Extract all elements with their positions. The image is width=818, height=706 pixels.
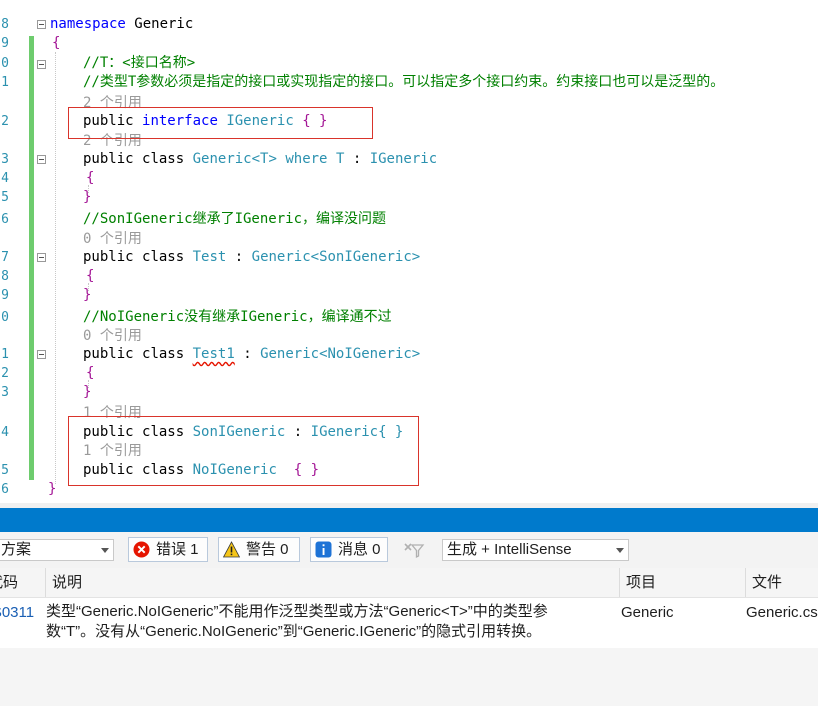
- line-number: 1: [1, 75, 9, 90]
- code-line-open-brace: {: [52, 35, 61, 51]
- line-number: 9: [1, 36, 9, 51]
- code-brace: }: [83, 384, 92, 400]
- line-number: 2: [1, 114, 9, 129]
- code-brace: }: [83, 189, 92, 205]
- error-code-link[interactable]: CS0311: [0, 603, 43, 623]
- line-number: 7: [1, 250, 9, 265]
- line-number: 6: [1, 212, 9, 227]
- messages-filter-button[interactable]: 消息 0: [310, 537, 388, 562]
- column-header-project[interactable]: 项目: [626, 568, 736, 597]
- line-number: 8: [1, 17, 9, 32]
- annotation-box-interface: [68, 107, 373, 139]
- info-icon: [315, 541, 332, 558]
- change-indicator-bar: [29, 36, 34, 480]
- code-brace: }: [83, 287, 92, 303]
- warnings-count-label: 警告 0: [246, 541, 289, 558]
- code-comment-2: //类型T参数必须是指定的接口或实现指定的接口。可以指定多个接口约束。约束接口也…: [83, 74, 725, 90]
- collapse-icon[interactable]: [37, 20, 46, 29]
- chevron-down-icon: [616, 548, 624, 553]
- code-line-close-brace: }: [48, 481, 57, 497]
- code-brace: {: [86, 268, 95, 284]
- column-header-description[interactable]: 说明: [52, 568, 612, 597]
- column-header-code[interactable]: 代码: [0, 568, 44, 597]
- errors-filter-button[interactable]: 错误 1: [128, 537, 208, 562]
- table-row[interactable]: CS0311 类型“Generic.NoIGeneric”不能用作泛型类型或方法…: [0, 598, 818, 648]
- chevron-down-icon: [101, 548, 109, 553]
- scope-dropdown[interactable]: 方案: [0, 539, 114, 561]
- error-project: Generic: [621, 604, 674, 621]
- messages-count-label: 消息 0: [338, 541, 381, 558]
- build-dropdown-label: 生成 + IntelliSense: [447, 541, 572, 558]
- code-comment-1: //T：<接口名称>: [83, 55, 196, 71]
- code-brace: {: [86, 170, 95, 186]
- indent-guide: [55, 52, 56, 484]
- error-icon: [133, 541, 150, 558]
- line-number: 0: [1, 310, 9, 325]
- line-number: 3: [1, 385, 9, 400]
- warnings-filter-button[interactable]: 警告 0: [218, 537, 300, 562]
- line-number: 4: [1, 425, 9, 440]
- reference-hint[interactable]: 0 个引用: [83, 231, 142, 248]
- code-line-test1-class: public class Test1 : Generic<NoIGeneric>: [83, 346, 421, 362]
- line-number: 4: [1, 171, 9, 186]
- column-separator[interactable]: [745, 568, 746, 597]
- error-list-header: 代码 说明 项目 文件: [0, 568, 818, 598]
- line-number: 6: [1, 482, 9, 497]
- column-separator[interactable]: [45, 568, 46, 597]
- code-brace: {: [86, 365, 95, 381]
- scope-dropdown-label: 方案: [1, 541, 32, 558]
- code-line-namespace: namespace Generic: [50, 16, 194, 32]
- error-description-line-1: 类型“Generic.NoIGeneric”不能用作泛型类型或方法“Generi…: [46, 603, 548, 620]
- line-number: 0: [1, 56, 9, 71]
- code-comment-4: //NoIGeneric没有继承IGeneric，编译通不过: [83, 309, 392, 325]
- reference-hint[interactable]: 0 个引用: [83, 328, 142, 345]
- line-number: 8: [1, 269, 9, 284]
- error-list-title-bar: [0, 508, 818, 532]
- line-number: 5: [1, 190, 9, 205]
- column-header-file[interactable]: 文件: [752, 568, 818, 597]
- error-description-line-2: 数“T”。没有从“Generic.NoIGeneric”到“Generic.IG…: [46, 623, 542, 640]
- line-number: 3: [1, 152, 9, 167]
- error-squiggle[interactable]: Test1: [193, 346, 235, 362]
- line-number: 5: [1, 463, 9, 478]
- code-line-test-class: public class Test : Generic<SonIGeneric>: [83, 249, 421, 265]
- annotation-box-classes: [68, 416, 419, 486]
- error-list-empty-area: [0, 648, 818, 706]
- collapse-icon[interactable]: [37, 253, 46, 262]
- line-number: 2: [1, 366, 9, 381]
- code-line-generic-class: public class Generic<T> where T : IGener…: [83, 151, 438, 167]
- warning-icon: [223, 541, 240, 558]
- collapse-icon[interactable]: [37, 155, 46, 164]
- filter-icon[interactable]: [403, 541, 425, 559]
- code-comment-3: //SonIGeneric继承了IGeneric，编译没问题: [83, 211, 387, 227]
- collapse-icon[interactable]: [37, 60, 46, 69]
- column-separator[interactable]: [619, 568, 620, 597]
- collapse-icon[interactable]: [37, 350, 46, 359]
- build-intellisense-dropdown[interactable]: 生成 + IntelliSense: [442, 539, 629, 561]
- errors-count-label: 错误 1: [156, 541, 199, 558]
- line-number: 1: [1, 347, 9, 362]
- code-editor[interactable]: 8 9 0 1 2 3 4 5 6 7 8 9 0 1 2 3 4 5 6 na…: [0, 0, 818, 503]
- line-number: 9: [1, 288, 9, 303]
- error-file: Generic.cs: [746, 604, 818, 621]
